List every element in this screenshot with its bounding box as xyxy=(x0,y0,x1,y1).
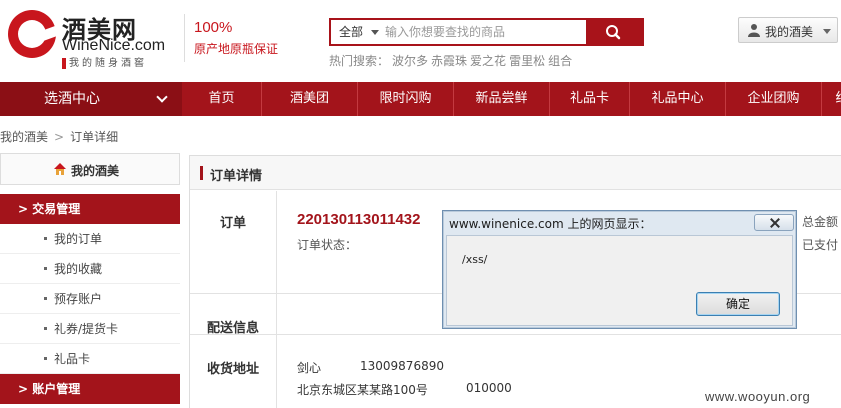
nav-item-gift-card[interactable]: 礼品卡 xyxy=(550,82,630,116)
nav-item-corporate[interactable]: 企业团购 xyxy=(726,82,822,116)
order-label: 订单 xyxy=(219,216,246,231)
paid-label: 已支付 xyxy=(802,238,839,252)
sidebar-item-label: 我的订单 xyxy=(54,232,103,246)
promo-percentage: 100% xyxy=(194,19,233,36)
breadcrumb-current: 订单详细 xyxy=(70,130,119,144)
hot-search-item[interactable]: 组合 xyxy=(548,54,572,68)
logo-slogan: 我的随身酒窖 xyxy=(62,58,147,69)
breadcrumb-root[interactable]: 我的酒美 xyxy=(0,130,48,144)
sidebar-header[interactable]: 我的酒美 xyxy=(0,153,180,185)
winenice-logo-icon[interactable] xyxy=(8,10,61,58)
nav-category-menu[interactable]: 选酒中心 xyxy=(0,82,182,116)
logo-english-name[interactable]: WineNice.com xyxy=(62,37,165,55)
sidebar-item-gift-card[interactable]: 礼品卡 xyxy=(0,344,180,374)
hot-search-label: 热门搜索： xyxy=(329,54,390,68)
nav-items: 首页 酒美团 限时闪购 新品尝鲜 礼品卡 礼品中心 企业团购 红 xyxy=(182,82,841,116)
site-header: 酒美网 WineNice.com 我的随身酒窖 100% 原产地原瓶保证 全部 … xyxy=(0,0,841,80)
search-category-select[interactable]: 全部 xyxy=(331,20,383,44)
column-divider xyxy=(276,191,277,408)
chevron-down-icon xyxy=(823,29,831,34)
hot-search: 热门搜索： 波尔多 赤霞珠 爱之花 雷里松 组合 xyxy=(329,52,572,69)
my-account-label: 我的酒美 xyxy=(765,25,814,39)
bullet-icon xyxy=(44,297,47,300)
sidebar-item-label: 礼券/提货卡 xyxy=(54,322,119,336)
chevron-down-icon xyxy=(371,30,379,35)
sidebar-title: 我的酒美 xyxy=(71,164,120,178)
sidebar-item-favorites[interactable]: 我的收藏 xyxy=(0,254,180,284)
recipient-name: 剑心 xyxy=(297,361,322,375)
main-nav: 选酒中心 首页 酒美团 限时闪购 新品尝鲜 礼品卡 礼品中心 企业团购 红 xyxy=(0,82,841,116)
recipient-address: 北京东城区某某路100号 xyxy=(297,383,428,397)
sidebar-item-label: 我的收藏 xyxy=(54,262,103,276)
sidebar-item-my-orders[interactable]: 我的订单 xyxy=(0,224,180,254)
promo-guarantee-text: 原产地原瓶保证 xyxy=(194,42,279,56)
total-amount-label: 总金额 xyxy=(802,215,839,229)
sidebar-section-trade[interactable]: > 交易管理 xyxy=(0,194,180,224)
breadcrumb: 我的酒美 > 订单详细 xyxy=(0,128,118,145)
order-number: 220130113011432 xyxy=(297,211,421,228)
panel-title: 订单详情 xyxy=(210,169,263,184)
home-icon xyxy=(54,163,66,175)
nav-item-gift-center[interactable]: 礼品中心 xyxy=(630,82,726,116)
dialog-ok-button[interactable]: 确定 xyxy=(696,292,780,316)
sidebar-item-label: 预存账户 xyxy=(54,292,103,306)
header-divider xyxy=(184,14,185,62)
shipping-address-label: 收货地址 xyxy=(206,362,259,377)
chevron-down-icon xyxy=(156,91,168,103)
dialog-message: /xss/ xyxy=(462,253,488,266)
nav-item-flash-sale[interactable]: 限时闪购 xyxy=(358,82,454,116)
breadcrumb-separator: > xyxy=(54,130,65,144)
hot-search-item[interactable]: 赤霞珠 xyxy=(431,54,467,68)
panel-header: 订单详情 xyxy=(190,156,841,190)
row-divider xyxy=(190,334,841,335)
order-status-label: 订单状态： xyxy=(297,238,358,252)
sidebar-item-coupons[interactable]: 礼券/提货卡 xyxy=(0,314,180,344)
dialog-close-button[interactable] xyxy=(754,214,794,231)
nav-category-label: 选酒中心 xyxy=(44,91,100,107)
hot-search-item[interactable]: 爱之花 xyxy=(470,54,506,68)
title-accent-bar xyxy=(200,166,203,180)
sidebar-section-account[interactable]: > 账户管理 xyxy=(0,374,180,404)
my-account-button[interactable]: 我的酒美 xyxy=(738,17,838,43)
search-input[interactable] xyxy=(385,20,585,44)
recipient-postcode: 010000 xyxy=(466,381,512,395)
dialog-body: /xss/ 确定 xyxy=(446,235,793,326)
hot-search-item[interactable]: 波尔多 xyxy=(392,54,428,68)
search-button[interactable] xyxy=(586,20,642,44)
sidebar-item-label: 礼品卡 xyxy=(54,352,91,366)
search-category-label: 全部 xyxy=(339,25,364,39)
nav-item-new-arrivals[interactable]: 新品尝鲜 xyxy=(454,82,550,116)
nav-item-red-wine[interactable]: 红 xyxy=(822,82,841,116)
user-icon xyxy=(748,24,760,37)
watermark: www.wooyun.org xyxy=(705,389,811,404)
alert-dialog: www.winenice.com 上的网页显示： /xss/ 确定 xyxy=(442,210,797,329)
search-bar: 全部 xyxy=(329,18,644,46)
bullet-icon xyxy=(44,327,47,330)
hot-search-item[interactable]: 雷里松 xyxy=(509,54,545,68)
bullet-icon xyxy=(44,237,47,240)
bullet-icon xyxy=(44,267,47,270)
nav-item-home[interactable]: 首页 xyxy=(182,82,262,116)
nav-item-group-buy[interactable]: 酒美团 xyxy=(262,82,358,116)
recipient-phone: 13009876890 xyxy=(360,359,444,373)
dialog-title: www.winenice.com 上的网页显示： xyxy=(449,217,652,231)
sidebar-item-prepaid-account[interactable]: 预存账户 xyxy=(0,284,180,314)
bullet-icon xyxy=(44,357,47,360)
search-icon xyxy=(606,25,621,40)
